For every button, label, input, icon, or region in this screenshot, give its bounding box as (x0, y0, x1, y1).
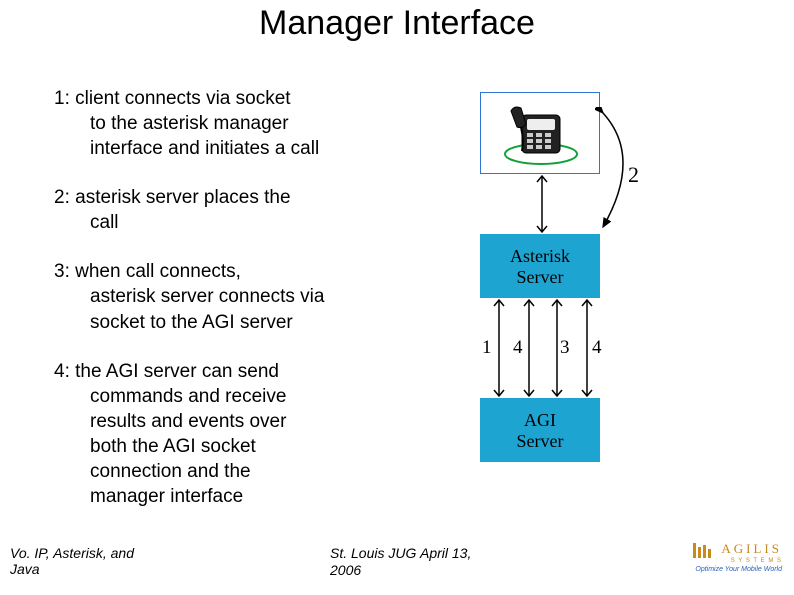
footer-left: Vo. IP, Asterisk, and Java (10, 545, 180, 577)
step-1-line: interface and initiates a call (54, 136, 394, 161)
footer-year: 2006 (330, 562, 361, 578)
logo-bars-icon (693, 540, 713, 558)
logo-systems: S Y S T E M S (662, 558, 782, 564)
agilis-logo: AGILIS S Y S T E M S Optimize Your Mobil… (662, 540, 782, 573)
step-3-line: socket to the AGI server (54, 310, 394, 335)
step-4-line: both the AGI socket (54, 434, 394, 459)
step-4-line: connection and the (54, 459, 394, 484)
arrow-phone-asterisk (535, 174, 549, 234)
step-2-line: call (54, 210, 394, 235)
asterisk-server-box: Asterisk Server (480, 234, 600, 298)
agi-label-2: Server (480, 431, 600, 452)
arrow-2-curve (595, 107, 655, 237)
step-1-line: 1: client connects via socket (54, 86, 394, 111)
step-4-line: 4: the AGI server can send (54, 359, 394, 384)
arrow-num-3: 3 (560, 337, 570, 359)
arrow-num-4b: 4 (592, 337, 602, 359)
step-2: 2: asterisk server places the call (54, 185, 394, 235)
step-4: 4: the AGI server can send commands and … (54, 359, 394, 509)
step-3-line: 3: when call connects, (54, 259, 394, 284)
asterisk-label-2: Server (480, 267, 600, 288)
footer-left-1: Vo. IP, Asterisk, and (10, 545, 134, 561)
step-4-line: commands and receive (54, 384, 394, 409)
step-4-line: results and events over (54, 409, 394, 434)
arrow-label-2: 2 (628, 162, 639, 188)
step-3: 3: when call connects, asterisk server c… (54, 259, 394, 334)
arrow-4a (522, 298, 536, 398)
diagram: 2 Asterisk Server 1 4 3 4 AGI Server (440, 92, 665, 492)
phone-box (480, 92, 600, 174)
arrow-num-1: 1 (482, 337, 492, 359)
arrow-num-4a: 4 (513, 337, 523, 359)
agi-label-1: AGI (480, 410, 600, 431)
step-4-line: manager interface (54, 484, 394, 509)
step-3-line: asterisk server connects via (54, 284, 394, 309)
telephone-icon (496, 99, 586, 169)
arrow-1 (492, 298, 506, 398)
footer-mid: St. Louis JUG (330, 545, 416, 561)
steps-list: 1: client connects via socket to the ast… (54, 86, 394, 509)
footer-left-2: Java (10, 561, 40, 577)
step-1-line: to the asterisk manager (54, 111, 394, 136)
step-1: 1: client connects via socket to the ast… (54, 86, 394, 161)
footer-date: April 13, (420, 545, 471, 561)
logo-tagline: Optimize Your Mobile World (662, 566, 782, 573)
step-2-line: 2: asterisk server places the (54, 185, 394, 210)
slide-title: Manager Interface (0, 4, 794, 43)
logo-word: AGILIS (721, 541, 782, 556)
agi-server-box: AGI Server (480, 398, 600, 462)
asterisk-label-1: Asterisk (480, 246, 600, 267)
